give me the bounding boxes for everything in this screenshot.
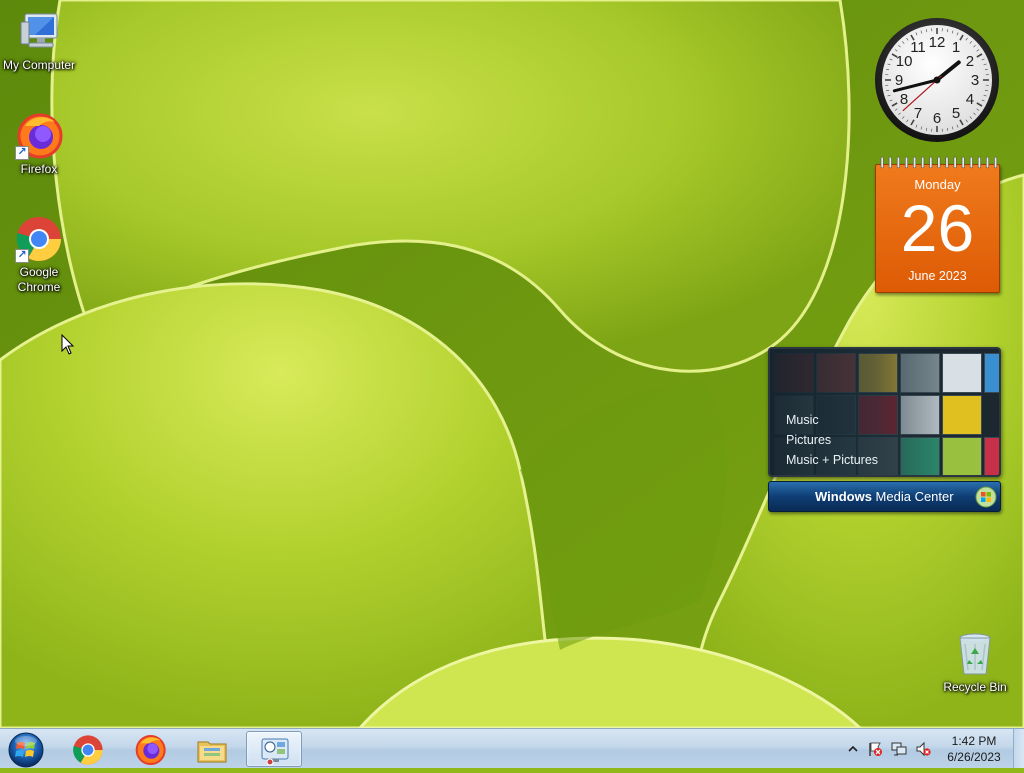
start-button[interactable] [4, 730, 48, 768]
clock-numeral: 2 [966, 53, 974, 70]
calendar-ring [938, 157, 940, 168]
calendar-ring [970, 157, 972, 168]
clock-numeral: 12 [929, 34, 946, 51]
calendar-ring [946, 157, 948, 168]
clock-numeral: 9 [895, 72, 903, 89]
calendar-ring [881, 157, 883, 168]
media-center-preview: Music Pictures Music + Pictures [768, 347, 1001, 477]
calendar-day-number: 26 [876, 193, 999, 263]
calendar-ring [922, 157, 924, 168]
taskbar-clock[interactable]: 1:42 PM 6/26/2023 [938, 733, 1010, 765]
gadgets-icon [259, 735, 291, 767]
clock-numeral: 4 [966, 91, 974, 108]
clock-numeral: 6 [933, 110, 941, 127]
show-desktop-button[interactable] [1013, 729, 1024, 768]
calendar-ring [930, 157, 932, 168]
calendar-ring [889, 157, 891, 168]
calendar-ring [913, 157, 915, 168]
shortcut-arrow-icon: ↗ [15, 146, 29, 160]
computer-icon [15, 8, 63, 56]
calendar-page: Monday 26 June 2023 [875, 164, 1000, 293]
taskbar-date: 6/26/2023 [938, 749, 1010, 765]
calendar-month-year: June 2023 [876, 269, 999, 283]
taskbar-time: 1:42 PM [938, 733, 1010, 749]
desktop-icon-recycle-bin[interactable]: Recycle Bin [937, 630, 1013, 695]
show-hidden-icon[interactable] [845, 741, 861, 757]
mouse-pointer-icon [61, 334, 75, 356]
calendar-day-name: Monday [876, 177, 999, 192]
desktop-icon-label: My Computer [1, 58, 77, 73]
media-center-title: Windows Media Center [815, 489, 954, 504]
media-center-item-music[interactable]: Music [786, 410, 819, 430]
calendar-ring [905, 157, 907, 168]
taskbar-button-gadgets[interactable] [246, 731, 302, 767]
taskbar: 1:42 PM 6/26/2023 [0, 728, 1024, 768]
clock-face: 123456789101112 [873, 16, 1001, 144]
volume-muted-icon[interactable] [915, 741, 931, 757]
media-center-launch-bar[interactable]: Windows Media Center [768, 481, 1001, 512]
media-center-item-music-pictures[interactable]: Music + Pictures [786, 450, 878, 470]
clock-numeral: 11 [910, 39, 926, 56]
taskbar-button-explorer[interactable] [184, 731, 240, 767]
clock-numeral: 5 [952, 105, 960, 122]
shortcut-arrow-icon: ↗ [15, 249, 29, 263]
clock-gadget[interactable]: 123456789101112 [873, 16, 1001, 144]
calendar-ring [962, 157, 964, 168]
calendar-ring [954, 157, 956, 168]
taskbar-button-chrome[interactable] [60, 731, 116, 767]
calendar-ring [986, 157, 988, 168]
calendar-rings [875, 156, 1000, 170]
media-center-gadget[interactable]: Music Pictures Music + Pictures Windows … [768, 347, 1001, 513]
chrome-icon [72, 734, 104, 766]
desktop-icon-label: Recycle Bin [937, 680, 1013, 695]
calendar-gadget[interactable]: Monday 26 June 2023 [875, 156, 1000, 293]
chrome-icon: ↗ [15, 215, 63, 263]
network-icon[interactable] [891, 741, 907, 757]
folder-icon [196, 734, 228, 766]
firefox-icon [134, 734, 166, 766]
calendar-ring [978, 157, 980, 168]
clock-numeral: 7 [914, 105, 922, 122]
clock-numeral: 3 [971, 72, 979, 89]
windows-media-center-orb-icon [975, 486, 997, 508]
clock-numeral: 8 [900, 91, 908, 108]
desktop-icon-google-chrome[interactable]: ↗ Google Chrome [1, 215, 77, 295]
calendar-ring [994, 157, 996, 168]
clock-numeral: 1 [952, 39, 960, 56]
desktop-icon-firefox[interactable]: ↗ Firefox [1, 112, 77, 177]
recycle-bin-icon [951, 630, 999, 678]
firefox-icon: ↗ [15, 112, 63, 160]
desktop-icon-label: Firefox [1, 162, 77, 177]
media-center-item-pictures[interactable]: Pictures [786, 430, 831, 450]
desktop-icon-my-computer[interactable]: My Computer [1, 8, 77, 73]
calendar-ring [897, 157, 899, 168]
taskbar-button-firefox[interactable] [122, 731, 178, 767]
start-orb-icon [4, 730, 48, 768]
desktop-icon-label: Google Chrome [1, 265, 77, 295]
action-center-flag-icon[interactable] [867, 741, 883, 757]
